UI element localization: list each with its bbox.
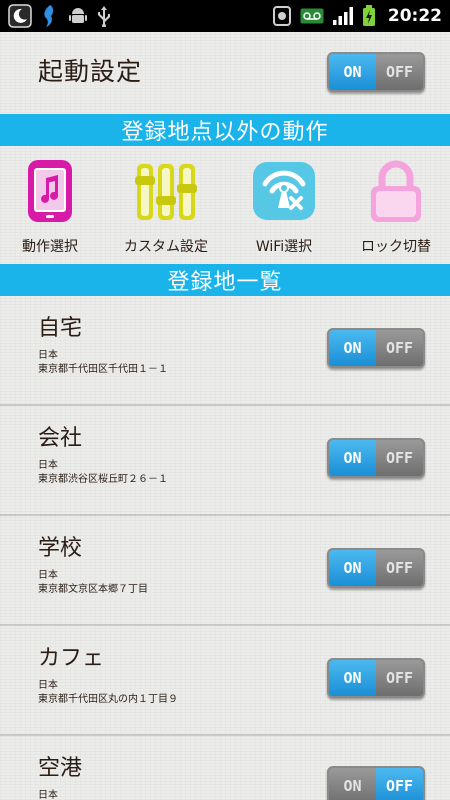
location-country: 日本 <box>38 570 58 581</box>
list-item[interactable]: カフェ 日本 東京都千代田区丸の内１丁目９ ON OFF <box>0 626 450 736</box>
location-toggle[interactable]: ON OFF <box>327 548 425 588</box>
location-toggle[interactable]: ON OFF <box>327 766 425 800</box>
sliders-icon[interactable] <box>131 158 201 224</box>
moon-app-icon <box>8 4 32 28</box>
toggle-on-segment[interactable]: ON <box>329 768 376 800</box>
antivirus-icon <box>272 5 292 27</box>
toggle-on-segment[interactable]: ON <box>329 440 376 476</box>
startup-setting-label: 起動設定 <box>38 57 143 86</box>
action-wifi-select[interactable]: WiFi選択 <box>228 158 340 258</box>
location-name: 空港 <box>38 756 83 781</box>
location-toggle[interactable]: ON OFF <box>327 328 425 368</box>
location-toggle[interactable]: ON OFF <box>327 438 425 478</box>
location-address: 東京都千代田区丸の内１丁目９ <box>38 694 178 705</box>
voicemail-icon <box>300 8 324 24</box>
location-name: 自宅 <box>38 316 83 341</box>
toggle-off-segment[interactable]: OFF <box>376 660 423 696</box>
location-country: 日本 <box>38 790 58 800</box>
location-address: 東京都文京区本郷７丁目 <box>38 584 148 595</box>
list-item[interactable]: 会社 日本 東京都渋谷区桜丘町２６－１ ON OFF <box>0 406 450 516</box>
toggle-off-segment[interactable]: OFF <box>376 768 423 800</box>
startup-toggle[interactable]: ON OFF <box>327 52 425 92</box>
toggle-off-segment[interactable]: OFF <box>376 440 423 476</box>
action-label: カスタム設定 <box>124 239 208 255</box>
toggle-on-segment[interactable]: ON <box>329 550 376 586</box>
location-address: 東京都渋谷区桜丘町２６－１ <box>38 474 168 485</box>
status-bar: 20:22 <box>0 0 450 32</box>
list-item[interactable]: 空港 日本 ON OFF <box>0 736 450 800</box>
actions-row: 動作選択 カスタム設定 WiFi選択 ロック切替 <box>0 150 450 262</box>
location-country: 日本 <box>38 680 58 691</box>
battery-icon <box>362 5 376 27</box>
location-name: 会社 <box>38 426 83 451</box>
list-item[interactable]: 自宅 日本 東京都千代田区千代田１－１ ON OFF <box>0 296 450 406</box>
status-time: 20:22 <box>387 6 442 26</box>
location-toggle[interactable]: ON OFF <box>327 658 425 698</box>
phone-music-icon[interactable] <box>15 158 85 224</box>
toggle-on-segment[interactable]: ON <box>329 330 376 366</box>
action-label: 動作選択 <box>22 239 78 255</box>
list-item[interactable]: 学校 日本 東京都文京区本郷７丁目 ON OFF <box>0 516 450 626</box>
location-country: 日本 <box>38 350 58 361</box>
usb-icon <box>96 5 112 27</box>
location-country: 日本 <box>38 460 58 471</box>
lock-icon[interactable] <box>361 158 431 224</box>
action-lock-toggle[interactable]: ロック切替 <box>340 158 450 258</box>
toggle-on-segment[interactable]: ON <box>329 660 376 696</box>
startup-setting-row: 起動設定 ON OFF <box>0 32 450 112</box>
toggle-off-segment[interactable]: OFF <box>376 550 423 586</box>
section-header-registered-list: 登録地一覧 <box>0 264 450 296</box>
action-custom-settings[interactable]: カスタム設定 <box>110 158 222 258</box>
signal-icon <box>332 6 354 26</box>
location-address: 東京都千代田区千代田１－１ <box>38 364 168 375</box>
action-label: WiFi選択 <box>255 239 313 255</box>
toggle-off-segment[interactable]: OFF <box>376 54 423 90</box>
location-name: カフェ <box>38 646 105 671</box>
android-icon <box>68 6 88 26</box>
section-header-outside-behavior: 登録地点以外の動作 <box>0 114 450 146</box>
toggle-on-segment[interactable]: ON <box>329 54 376 90</box>
bird-app-icon <box>40 3 60 29</box>
toggle-off-segment[interactable]: OFF <box>376 330 423 366</box>
wifi-off-icon[interactable] <box>249 158 319 224</box>
action-select-behavior[interactable]: 動作選択 <box>0 158 106 258</box>
location-name: 学校 <box>38 536 83 561</box>
action-label: ロック切替 <box>361 239 431 255</box>
